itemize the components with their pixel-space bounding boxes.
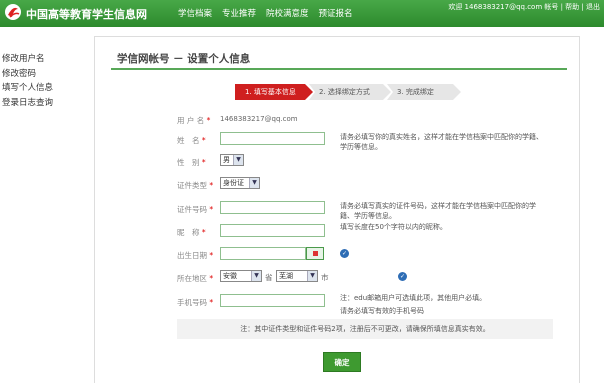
step-choose-binding: 2. 选择绑定方式	[309, 84, 391, 100]
id-type-select[interactable]: 身份证 ▼	[220, 177, 260, 189]
id-number-hint: 请务必填写真实的证件号码，这样才能在学信档案中匹配你的学籍、学历等信息。	[340, 202, 536, 220]
sidebar: 修改用户名 修改密码 填写个人信息 登录日志查询	[0, 52, 88, 110]
confirm-button[interactable]: 确定	[323, 352, 361, 372]
step-fill-info: 1. 填写基本信息	[235, 84, 313, 100]
sidebar-item-personal-info[interactable]: 填写个人信息	[0, 81, 88, 96]
city-select[interactable]: 芜湖 ▼	[276, 270, 318, 282]
nav-item-major[interactable]: 专业推荐	[222, 7, 256, 19]
gender-select[interactable]: 男 ▼	[220, 154, 244, 166]
name-label: 姓 名 *	[177, 136, 206, 145]
main-panel: 学信网帐号 － 设置个人信息 1. 填写基本信息 2. 选择绑定方式 3. 完成…	[94, 36, 580, 383]
title-divider	[111, 68, 567, 70]
province-select[interactable]: 安徽 ▼	[220, 270, 262, 282]
birthdate-label: 出生日期 *	[177, 251, 214, 260]
name-input[interactable]	[220, 132, 325, 145]
province-suffix: 省	[265, 273, 273, 282]
chevron-down-icon: ▼	[249, 178, 259, 188]
phone-label: 手机号码 *	[177, 298, 214, 307]
nav-item-archive[interactable]: 学信档案	[178, 7, 212, 19]
phone-input[interactable]	[220, 294, 325, 307]
nickname-hint: 填写长度在50个字符以内的昵称。	[340, 223, 447, 231]
sidebar-item-login-log[interactable]: 登录日志查询	[0, 96, 88, 111]
logo-icon	[5, 4, 21, 20]
nickname-label: 昵 称 *	[177, 228, 206, 237]
username-label: 用 户 名 *	[177, 116, 211, 125]
id-type-label: 证件类型 *	[177, 181, 214, 190]
chevron-down-icon: ▼	[307, 271, 317, 281]
username-value: 1468383217@qq.com	[220, 115, 298, 123]
chevron-down-icon: ▼	[233, 155, 243, 165]
check-icon: ✓	[340, 249, 349, 258]
site-name[interactable]: 中国高等教育学生信息网	[26, 6, 147, 22]
user-info[interactable]: 欢迎 1468383217@qq.com 帐号 | 帮助 | 退出	[448, 2, 600, 12]
page-title: 学信网帐号 － 设置个人信息	[117, 53, 251, 65]
gender-label: 性 别 *	[177, 158, 206, 167]
notice-bar: 注：其中证件类型和证件号码2项，注册后不可更改，请确保所填信息真实有效。	[177, 319, 553, 339]
phone-hint-2: 请务必填写有效的手机号码	[340, 307, 424, 315]
chevron-down-icon: ▼	[251, 271, 261, 281]
step-complete-binding: 3. 完成绑定	[387, 84, 461, 100]
calendar-icon[interactable]	[306, 247, 324, 260]
phone-hint-1: 注：edu邮箱用户可选填此项，其他用户必填。	[340, 294, 487, 302]
nav-item-satisfaction[interactable]: 院校满意度	[266, 7, 309, 19]
top-bar: 中国高等教育学生信息网 学信档案 专业推荐 院校满意度 预证报名 欢迎 1468…	[0, 0, 604, 27]
step-indicator: 1. 填写基本信息 2. 选择绑定方式 3. 完成绑定	[235, 84, 457, 100]
name-hint: 请务必填写你的真实姓名，这样才能在学信档案中匹配你的学籍、学历等信息。	[340, 133, 543, 151]
main-nav: 学信档案 专业推荐 院校满意度 预证报名	[178, 7, 353, 19]
nickname-input[interactable]	[220, 224, 325, 237]
region-label: 所在地区 *	[177, 274, 214, 283]
nav-item-registration[interactable]: 预证报名	[319, 7, 353, 19]
birthdate-input[interactable]	[220, 247, 306, 260]
id-number-label: 证件号码 *	[177, 205, 214, 214]
id-number-input[interactable]	[220, 201, 325, 214]
city-suffix: 市	[321, 273, 329, 282]
check-icon: ✓	[398, 272, 407, 281]
sidebar-item-change-password[interactable]: 修改密码	[0, 67, 88, 82]
sidebar-item-change-username[interactable]: 修改用户名	[0, 52, 88, 67]
